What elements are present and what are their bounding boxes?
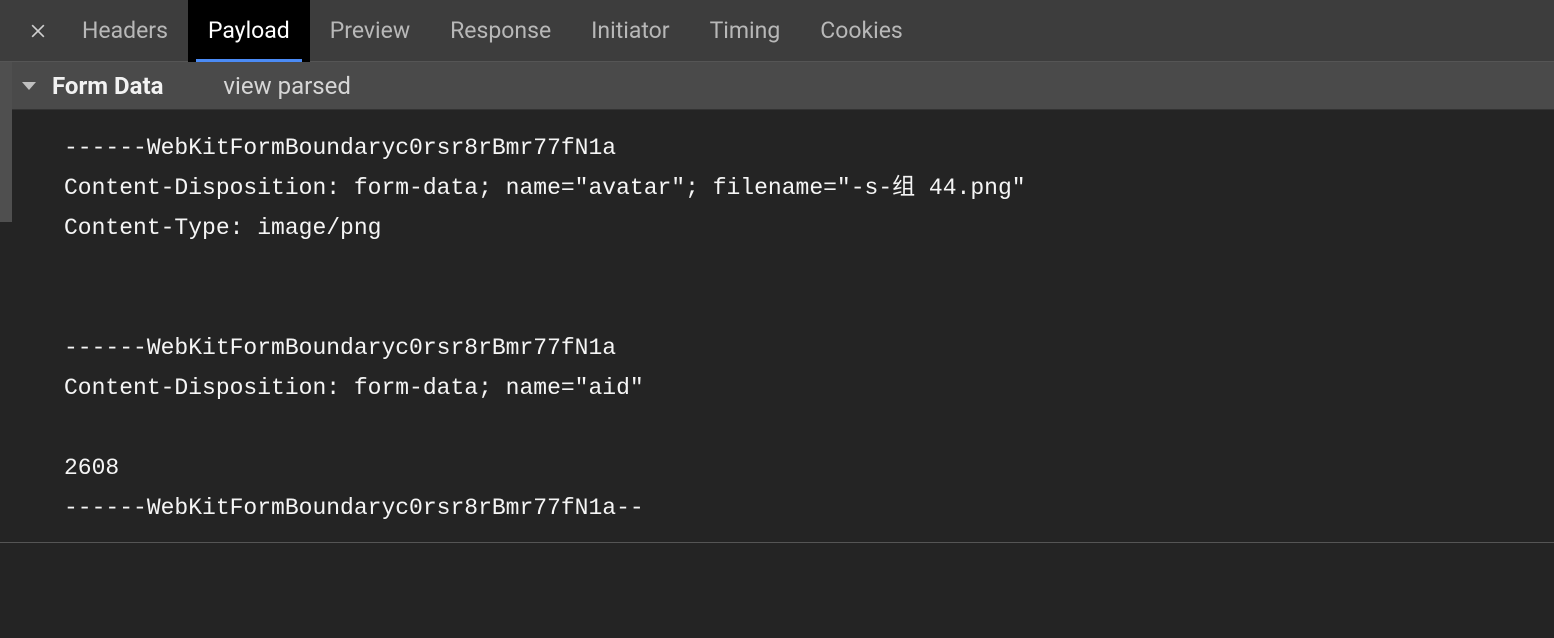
tab-response[interactable]: Response xyxy=(430,0,571,62)
view-parsed-toggle[interactable]: view parsed xyxy=(223,72,351,100)
close-icon xyxy=(28,21,48,41)
left-panel-edge xyxy=(0,62,12,222)
payload-raw-body: ------WebKitFormBoundaryc0rsr8rBmr77fN1a… xyxy=(0,110,1554,543)
tab-preview[interactable]: Preview xyxy=(310,0,430,62)
section-title: Form Data xyxy=(52,72,163,100)
devtools-tab-bar: Headers Payload Preview Response Initiat… xyxy=(0,0,1554,62)
tab-timing[interactable]: Timing xyxy=(690,0,801,62)
tab-headers[interactable]: Headers xyxy=(62,0,188,62)
close-panel-button[interactable] xyxy=(14,0,62,62)
tab-initiator[interactable]: Initiator xyxy=(571,0,689,62)
tab-payload[interactable]: Payload xyxy=(188,0,310,62)
form-data-section-header: Form Data view parsed xyxy=(0,62,1554,110)
caret-down-icon[interactable] xyxy=(22,82,36,90)
tab-cookies[interactable]: Cookies xyxy=(800,0,923,62)
